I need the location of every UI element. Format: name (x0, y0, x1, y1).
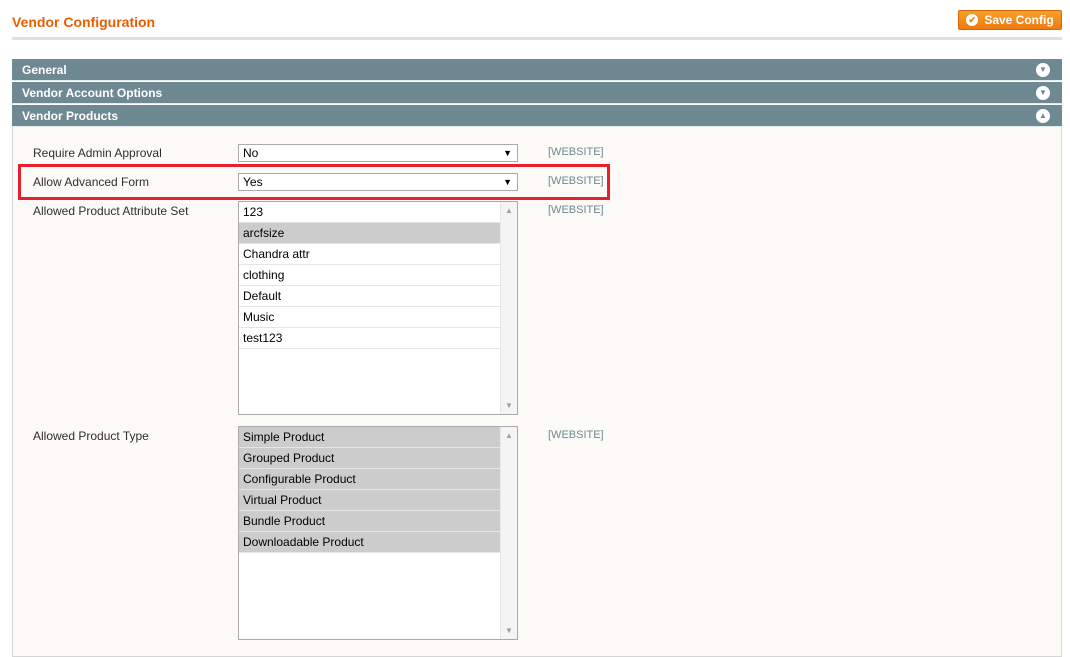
multiselect-option[interactable]: Simple Product (239, 427, 501, 448)
section-general-label: General (22, 63, 67, 77)
section-vendor-products-label: Vendor Products (22, 109, 119, 123)
highlight-annotation-box (18, 164, 610, 200)
multiselect-option[interactable]: Chandra attr (239, 244, 501, 265)
require-admin-approval-value: No (243, 146, 259, 160)
multiselect-option[interactable]: Music (239, 307, 501, 328)
section-vendor-account-options-header[interactable]: Vendor Account Options ▼ (12, 82, 1062, 104)
vertical-scrollbar[interactable]: ▲ ▼ (500, 427, 517, 639)
title-divider (12, 37, 1062, 40)
scroll-down-icon[interactable]: ▼ (501, 401, 517, 410)
allowed-product-type-label: Allowed Product Type (33, 429, 149, 443)
vertical-scrollbar[interactable]: ▲ ▼ (500, 202, 517, 414)
chevron-down-circle-icon[interactable]: ▼ (1036, 86, 1050, 100)
scope-label: [WEBSITE] (548, 146, 604, 158)
multiselect-option[interactable]: Configurable Product (239, 469, 501, 490)
require-admin-approval-select[interactable]: No ▼ (238, 144, 518, 162)
multiselect-option[interactable]: Downloadable Product (239, 532, 501, 553)
check-circle-icon: ✔ (966, 14, 979, 26)
allowed-product-type-multiselect[interactable]: Simple Product Grouped Product Configura… (238, 426, 518, 640)
scope-label: [WEBSITE] (548, 429, 604, 441)
save-config-label: Save Config (984, 13, 1054, 27)
dropdown-arrow-icon: ▼ (503, 148, 512, 158)
section-vendor-account-options-label: Vendor Account Options (22, 86, 163, 100)
scope-label: [WEBSITE] (548, 204, 604, 216)
allowed-attribute-set-multiselect[interactable]: 123 arcfsize Chandra attr clothing Defau… (238, 201, 518, 415)
section-general-header[interactable]: General ▼ (12, 59, 1062, 81)
page-title: Vendor Configuration (12, 14, 156, 30)
multiselect-option[interactable]: Default (239, 286, 501, 307)
multiselect-option[interactable]: Grouped Product (239, 448, 501, 469)
chevron-up-circle-icon[interactable]: ▲ (1036, 109, 1050, 123)
multiselect-option[interactable]: test123 (239, 328, 501, 349)
multiselect-option[interactable]: clothing (239, 265, 501, 286)
multiselect-option[interactable]: Virtual Product (239, 490, 501, 511)
scroll-down-icon[interactable]: ▼ (501, 626, 517, 635)
multiselect-option[interactable]: 123 (239, 202, 501, 223)
save-config-button[interactable]: ✔ Save Config (958, 10, 1062, 30)
multiselect-option[interactable]: arcfsize (239, 223, 501, 244)
require-admin-approval-label: Require Admin Approval (33, 146, 162, 160)
multiselect-option[interactable]: Bundle Product (239, 511, 501, 532)
section-vendor-products-header[interactable]: Vendor Products ▲ (12, 105, 1062, 127)
chevron-down-circle-icon[interactable]: ▼ (1036, 63, 1050, 77)
scroll-up-icon[interactable]: ▲ (501, 206, 517, 215)
scroll-up-icon[interactable]: ▲ (501, 431, 517, 440)
allowed-attribute-set-label: Allowed Product Attribute Set (33, 204, 189, 218)
